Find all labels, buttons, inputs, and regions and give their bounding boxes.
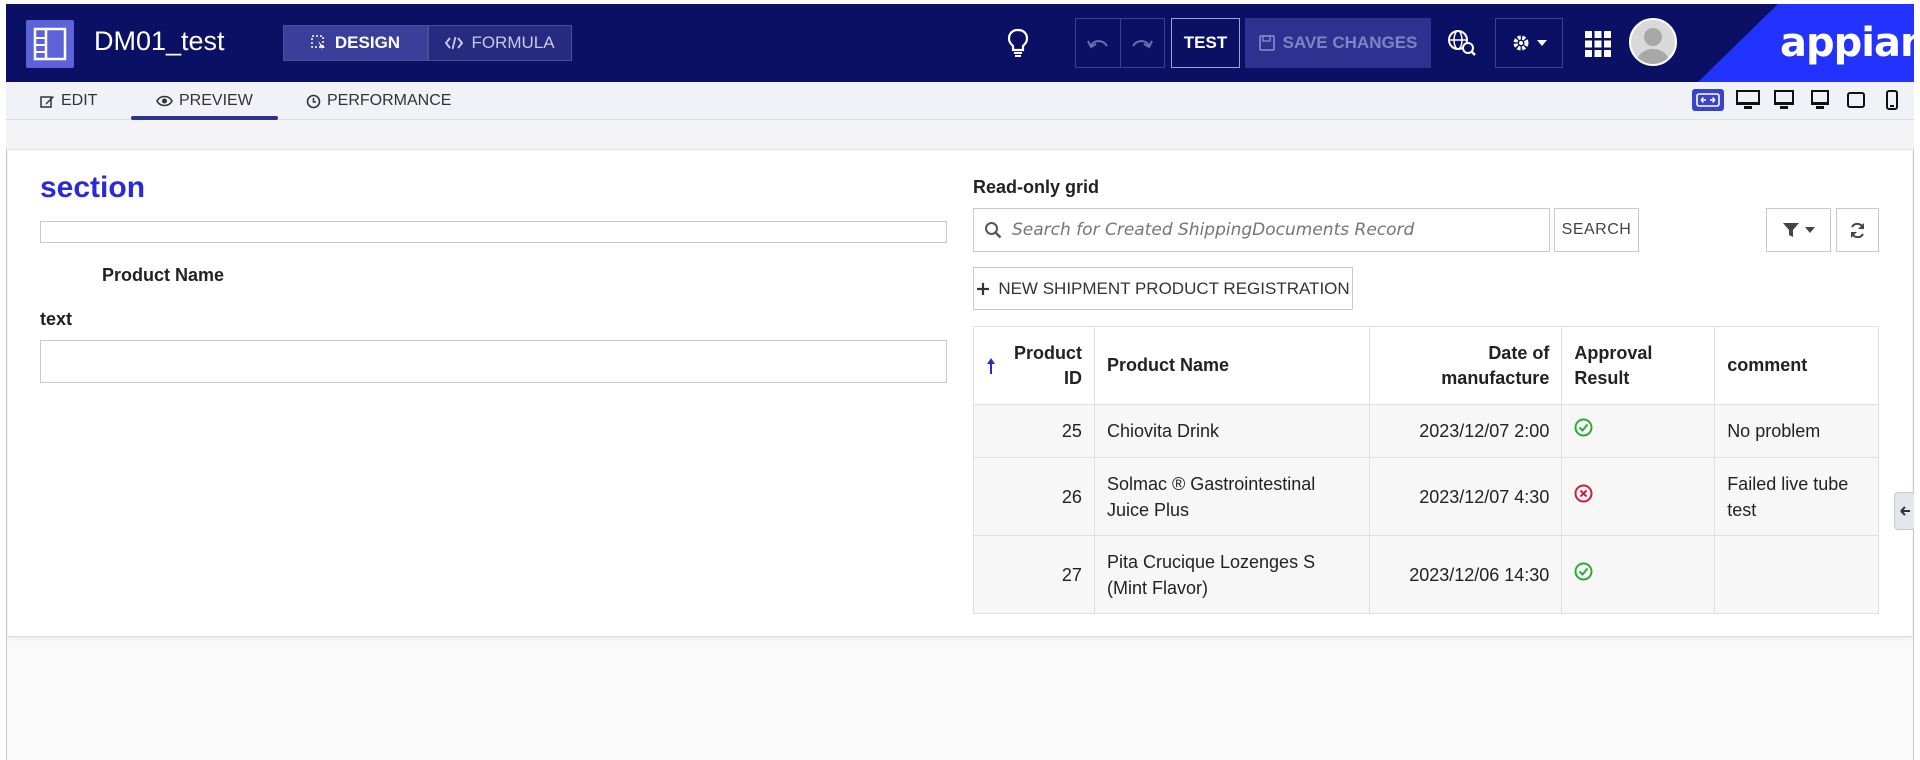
app-title: DM01_test: [94, 26, 225, 56]
desktop-icon[interactable]: [1736, 89, 1760, 111]
text-field-label: text: [40, 309, 73, 329]
product-name-label: Product Name: [102, 265, 225, 285]
user-avatar[interactable]: [1629, 18, 1677, 66]
column-header-comment[interactable]: comment: [1714, 326, 1879, 405]
section-title: section: [40, 171, 146, 204]
tab-performance[interactable]: PERFORMANCE: [306, 82, 451, 120]
search-icon: [985, 222, 1002, 239]
edit-icon: [40, 95, 54, 108]
history-buttons: [1075, 18, 1165, 68]
undo-icon[interactable]: [1076, 19, 1121, 67]
cell-comment: [1714, 535, 1879, 614]
tab-edit[interactable]: EDIT: [40, 82, 97, 120]
top-bar: DM01_test DESIGN FORMULA TEST SAVE CHANG…: [6, 4, 1914, 82]
check-circle-icon: [1574, 418, 1593, 437]
table-row: 26 Solmac ® Gastrointestinal Juice Plus …: [973, 457, 1879, 536]
new-button-label: NEW SHIPMENT PRODUCT REGISTRATION: [998, 278, 1350, 298]
tab-preview-label: PREVIEW: [179, 92, 253, 109]
collapse-panel-button[interactable]: [1894, 492, 1914, 530]
save-changes-label: SAVE CHANGES: [1282, 33, 1418, 52]
save-changes-button[interactable]: SAVE CHANGES: [1245, 18, 1431, 68]
tablet-portrait-icon[interactable]: [1844, 89, 1868, 111]
cell-approval: [1561, 404, 1716, 458]
design-label: DESIGN: [334, 33, 401, 52]
design-cursor-icon: [311, 35, 325, 51]
empty-component-box[interactable]: [40, 221, 947, 243]
cell-approval: [1561, 457, 1716, 536]
app-launcher-icon[interactable]: [1585, 31, 1611, 62]
column-header-approval[interactable]: Approval Result: [1561, 326, 1716, 405]
arrow-left-icon: [1899, 506, 1910, 516]
cell-date: 2023/12/07 2:00: [1368, 404, 1563, 458]
column-header-label: Approval Result: [1574, 342, 1653, 388]
grid-search-input[interactable]: [1012, 220, 1532, 240]
tab-performance-label: PERFORMANCE: [327, 92, 452, 109]
check-circle-icon: [1574, 562, 1593, 580]
product-name-link[interactable]: Pita Crucique Lozenges S (Mint Flavor): [1093, 535, 1370, 614]
device-preview-selector: [1692, 89, 1904, 111]
grid-search-field[interactable]: [973, 208, 1550, 252]
column-header-product-name[interactable]: Product Name: [1093, 326, 1370, 405]
save-icon: [1258, 35, 1275, 51]
redo-icon[interactable]: [1121, 19, 1165, 67]
test-button[interactable]: TEST: [1171, 18, 1240, 68]
interface-icon[interactable]: [26, 20, 74, 68]
formula-mode-button[interactable]: FORMULA: [428, 25, 572, 61]
column-header-product-id[interactable]: Product ID: [973, 326, 1095, 405]
filter-button[interactable]: [1766, 208, 1831, 252]
eye-icon: [156, 95, 173, 107]
cell-comment: Failed live tube test: [1714, 457, 1879, 536]
canvas-header-strip: [6, 120, 1914, 150]
fit-width-icon[interactable]: [1692, 89, 1724, 111]
column-header-date[interactable]: Date of manufacture: [1368, 326, 1563, 405]
column-header-label: Product ID: [1013, 342, 1082, 388]
read-only-grid: Product ID Product Name Date of manufact…: [973, 326, 1879, 614]
globe-search-icon[interactable]: [1447, 29, 1477, 62]
cell-date: 2023/12/07 4:30: [1368, 457, 1563, 536]
new-shipment-product-registration-button[interactable]: NEW SHIPMENT PRODUCT REGISTRATION: [973, 267, 1353, 310]
product-name-link[interactable]: Chiovita Drink: [1093, 404, 1370, 458]
cell-date: 2023/12/06 14:30: [1368, 535, 1563, 614]
filter-icon: [1782, 223, 1799, 237]
product-name-link[interactable]: Solmac ® Gastrointestinal Juice Plus: [1093, 457, 1370, 536]
cell-product-id: 25: [973, 404, 1095, 458]
lightbulb-icon[interactable]: [1006, 28, 1030, 63]
view-toolbar: EDIT PREVIEW PERFORMANCE: [6, 82, 1914, 120]
cell-product-id: 26: [973, 457, 1095, 536]
phone-icon[interactable]: [1880, 89, 1904, 111]
cell-product-id: 27: [973, 535, 1095, 614]
gear-icon: [1513, 35, 1529, 51]
tablet-landscape-icon[interactable]: [1808, 89, 1832, 111]
cell-comment: No problem: [1714, 404, 1879, 458]
x-circle-icon: [1574, 484, 1593, 502]
sort-ascending-icon: [987, 357, 995, 374]
design-mode-button[interactable]: DESIGN: [283, 25, 428, 61]
tab-preview[interactable]: PREVIEW: [131, 82, 278, 120]
caret-down-icon: [1804, 227, 1815, 233]
appian-logo: appian: [1780, 20, 1914, 66]
plus-icon: [977, 282, 990, 295]
refresh-button[interactable]: [1836, 208, 1879, 252]
search-button[interactable]: SEARCH: [1554, 208, 1639, 252]
settings-button[interactable]: [1495, 18, 1563, 68]
column-header-label: Date of manufacture: [1441, 342, 1550, 388]
formula-label: FORMULA: [471, 33, 555, 52]
grid-header-row: Product ID Product Name Date of manufact…: [973, 326, 1879, 405]
caret-down-icon: [1537, 40, 1547, 46]
text-field[interactable]: [40, 340, 947, 383]
cell-approval: [1561, 535, 1716, 614]
grid-label: Read-only grid: [973, 177, 1100, 197]
tab-edit-label: EDIT: [61, 92, 98, 109]
clock-icon: [306, 94, 321, 108]
laptop-icon[interactable]: [1772, 89, 1796, 111]
table-row: 27 Pita Crucique Lozenges S (Mint Flavor…: [973, 535, 1879, 614]
code-icon: [445, 36, 464, 50]
refresh-icon: [1851, 222, 1864, 238]
table-row: 25 Chiovita Drink 2023/12/07 2:00 No pro…: [973, 404, 1879, 458]
